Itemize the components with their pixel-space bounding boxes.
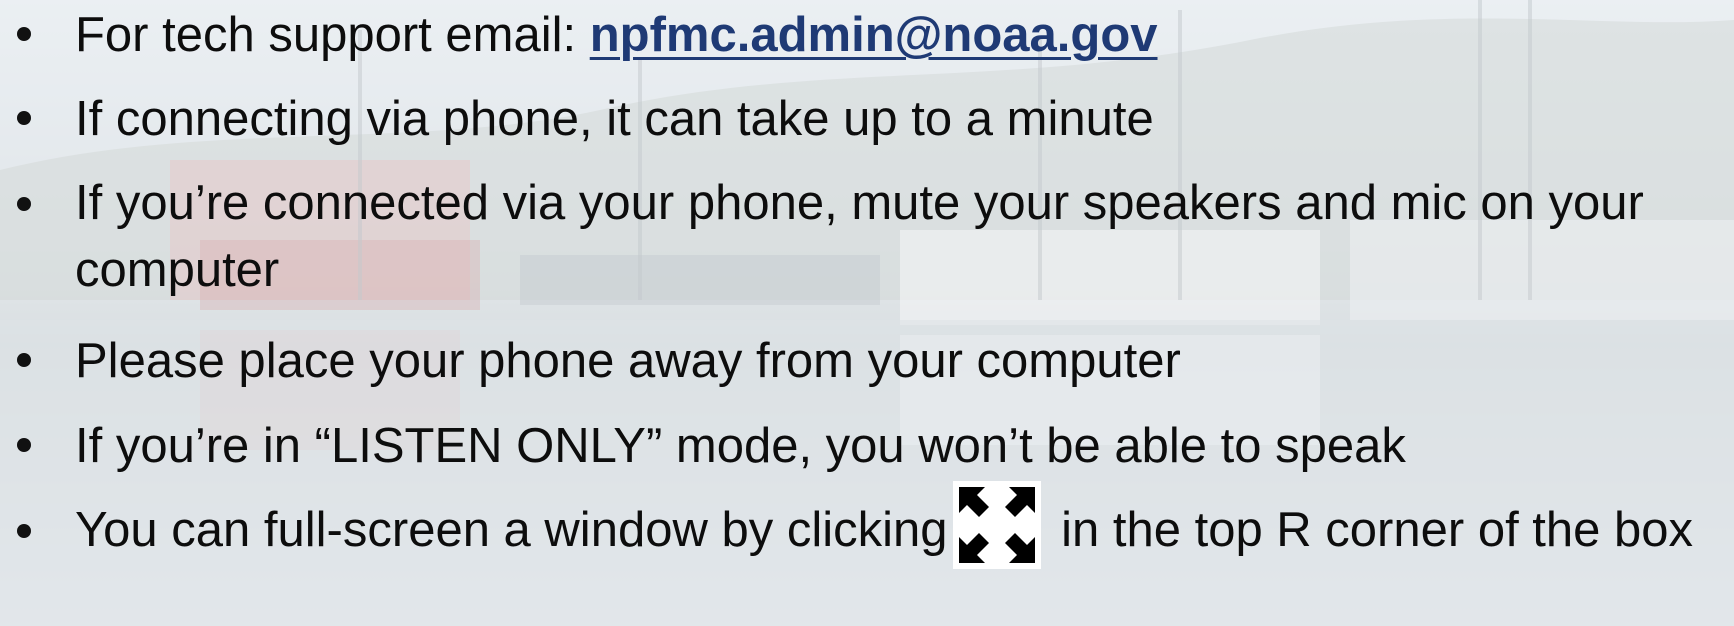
bullet-icon xyxy=(17,197,31,211)
fullscreen-expand-icon xyxy=(953,481,1042,570)
bullet-icon xyxy=(17,111,31,125)
bullet-text: For tech support email: npfmc.admin@noaa… xyxy=(75,0,1730,70)
bullet-icon xyxy=(17,438,31,452)
tech-support-label: For tech support email: xyxy=(75,8,590,62)
bullet-icon xyxy=(17,27,31,41)
bullet-icon xyxy=(17,524,31,538)
fullscreen-text-after: in the top R corner of the box xyxy=(1047,503,1694,557)
bullet-text: If you’re in “LISTEN ONLY” mode, you won… xyxy=(75,419,1406,473)
bullet-text: If you’re connected via your phone, mute… xyxy=(75,176,1644,297)
bullet-text: If connecting via phone, it can take up … xyxy=(75,92,1154,146)
bullet-text: Please place your phone away from your c… xyxy=(75,334,1181,388)
bullet-icon xyxy=(17,353,31,367)
support-email-link[interactable]: npfmc.admin@noaa.gov xyxy=(590,8,1158,62)
bullet-text: You can full-screen a window by clicking… xyxy=(75,481,1730,570)
fullscreen-text-before: You can full-screen a window by clicking xyxy=(75,503,948,557)
